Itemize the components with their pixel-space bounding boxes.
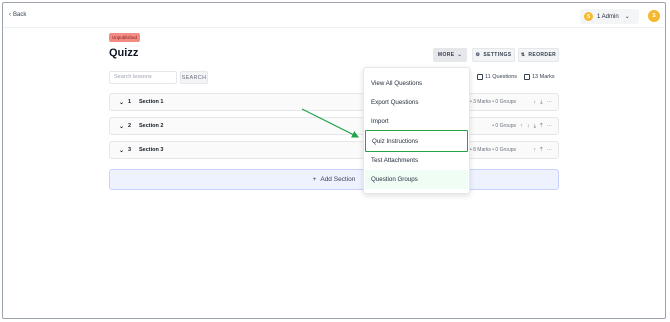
search-button[interactable]: SEARCH	[180, 71, 208, 84]
section-row[interactable]: ⌄ 1 Section 1 • 3 Marks • 0 Groups ↓ ⤓ ·…	[109, 93, 559, 111]
menu-item-question-groups[interactable]: Question Groups	[365, 170, 468, 189]
top-bar: ‹ Back S 1 Admin ⌄ S	[3, 3, 665, 28]
reorder-icon: ⇅	[520, 52, 526, 58]
menu-item-view-all-questions[interactable]: View All Questions	[365, 74, 468, 93]
marks-count: 13 Marks	[524, 74, 555, 80]
section-name: Section 2	[139, 123, 164, 129]
arrow-up-icon[interactable]: ⤒	[540, 123, 542, 130]
section-number: 3	[128, 147, 132, 153]
more-label: MORE	[437, 52, 455, 58]
section-number: 2	[128, 123, 132, 129]
menu-item-import[interactable]: Import	[365, 112, 468, 131]
more-horizontal-icon[interactable]: ···	[547, 123, 553, 130]
section-meta: • 0 Groups	[492, 123, 516, 129]
more-menu: View All Questions Export Questions Impo…	[363, 67, 470, 194]
menu-item-test-attachments[interactable]: Test Attachments	[365, 151, 468, 170]
arrow-down-icon[interactable]: ↓	[533, 99, 536, 106]
account-switcher[interactable]: S 1 Admin ⌄	[580, 9, 639, 24]
menu-item-export-questions[interactable]: Export Questions	[365, 93, 468, 112]
reorder-label: REORDER	[528, 52, 557, 58]
section-row[interactable]: ⌄ 2 Section 2 • 0 Groups ↑ ↓ ⤓ ⤒ ···	[109, 117, 559, 135]
chevron-down-icon: ⌄	[457, 52, 463, 58]
section-actions: ↑ ↓ ⤓ ⤒ ···	[520, 123, 552, 130]
settings-button[interactable]: ⚙ SETTINGS	[472, 48, 515, 62]
menu-item-quiz-instructions[interactable]: Quiz Instructions	[365, 130, 468, 152]
section-name: Section 1	[139, 99, 164, 105]
settings-label: SETTINGS	[483, 52, 512, 58]
section-row[interactable]: ⌄ 3 Section 3 • 8 Marks • 0 Groups ↑ ⤒ ·…	[109, 141, 559, 159]
search-input[interactable]: Search lessons	[109, 71, 177, 84]
marks-count-label: 13 Marks	[532, 74, 555, 80]
account-label: 1 Admin	[597, 13, 619, 20]
gear-icon: ⚙	[475, 52, 481, 58]
back-link[interactable]: ‹ Back	[9, 12, 26, 18]
section-name: Section 3	[139, 147, 164, 153]
chevron-down-icon: ⌄	[624, 14, 630, 20]
status-badge: Unpublished	[109, 33, 141, 42]
section-actions: ↓ ⤓ ···	[533, 99, 552, 106]
chevron-down-icon[interactable]: ⌄	[119, 99, 124, 106]
account-badge: S	[584, 12, 593, 21]
arrow-down-icon[interactable]: ⤓	[540, 99, 542, 106]
arrow-down-icon[interactable]: ⤓	[534, 123, 536, 130]
reorder-button[interactable]: ⇅ REORDER	[518, 48, 559, 62]
app-window: ‹ Back S 1 Admin ⌄ S Unpublished Quizz M…	[2, 2, 666, 319]
arrow-up-icon[interactable]: ↑	[520, 123, 523, 130]
arrow-up-icon[interactable]: ⤒	[540, 147, 542, 154]
section-meta: • 3 Marks • 0 Groups	[469, 99, 516, 105]
chevron-down-icon[interactable]: ⌄	[119, 147, 124, 154]
section-number: 1	[128, 99, 132, 105]
avatar[interactable]: S	[648, 10, 660, 22]
page-title: Quizz	[109, 47, 139, 59]
arrow-down-icon[interactable]: ↓	[527, 123, 530, 130]
section-actions: ↑ ⤒ ···	[533, 147, 552, 154]
more-button[interactable]: MORE ⌄	[433, 48, 467, 62]
chevron-left-icon: ‹	[9, 12, 11, 18]
checkbox-icon	[524, 74, 530, 80]
back-label: Back	[13, 12, 27, 18]
book-icon	[477, 74, 483, 80]
more-horizontal-icon[interactable]: ···	[547, 147, 553, 154]
more-horizontal-icon[interactable]: ···	[547, 99, 553, 106]
add-section-button[interactable]: + Add Section	[109, 169, 559, 190]
add-section-label: Add Section	[320, 176, 356, 183]
plus-icon: +	[312, 176, 317, 183]
section-meta: • 8 Marks • 0 Groups	[469, 147, 516, 153]
questions-count: 11 Questions	[477, 74, 517, 80]
chevron-down-icon[interactable]: ⌄	[119, 123, 124, 130]
questions-count-label: 11 Questions	[485, 74, 518, 80]
arrow-up-icon[interactable]: ↑	[533, 147, 536, 154]
